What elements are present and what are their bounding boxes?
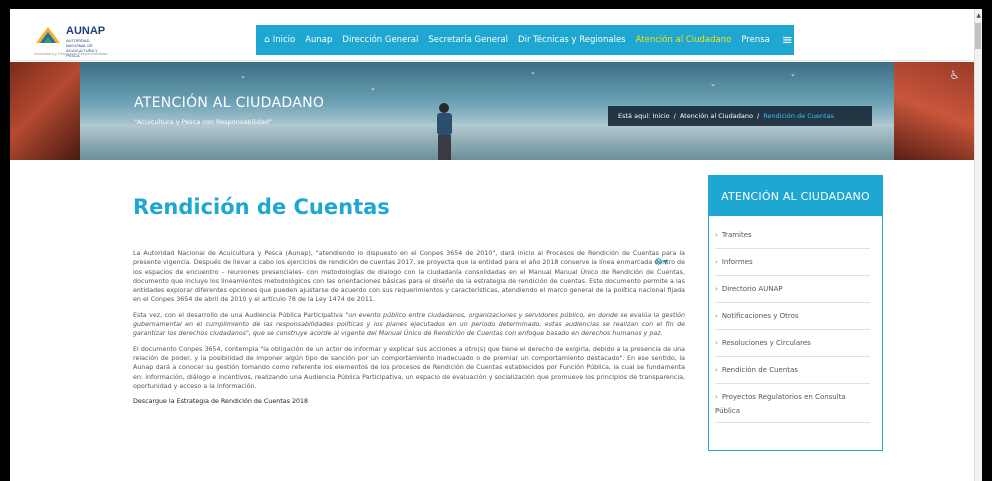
breadcrumb-separator: /	[757, 112, 760, 120]
scrollbar-thumb[interactable]	[975, 23, 981, 49]
logo-tagline: Acuicultura y Pesca con Responsabilidad	[34, 51, 108, 56]
nav-item-aunap[interactable]: Aunap	[305, 35, 332, 45]
sidebar-item-notificaciones[interactable]: › Notificaciones y Otros	[715, 303, 870, 330]
sidebar-item-label: Informes	[721, 258, 753, 266]
breadcrumb-item-atencion[interactable]: Atención al Ciudadano	[680, 112, 753, 120]
bird-icon: ⌄	[530, 68, 536, 76]
paragraph-conpes: El documento Conpes 3654, contempla "la …	[133, 345, 685, 390]
sidebar-item-label: Resoluciones y Circulares	[721, 339, 811, 347]
page-title: Rendición de Cuentas	[133, 195, 390, 219]
sidebar-item-proyectos[interactable]: › Proyectos Regulatorios en Consulta Públ…	[715, 384, 870, 423]
bird-icon: ⌄	[710, 80, 716, 88]
logo-title: AUNAP	[66, 25, 106, 37]
chevron-right-icon: ›	[715, 258, 718, 266]
banner-subtitle: "Acuicultura y Pesca con Responsabilidad…	[134, 118, 273, 126]
nav-item-label: Inicio	[272, 35, 296, 45]
download-strategy-link[interactable]: Descargue la Estrategia de Rendición de …	[133, 397, 685, 406]
scroll-up-icon[interactable]: ▲	[976, 12, 981, 19]
breadcrumb-separator: /	[673, 112, 676, 120]
hero-banner: ⌄ ⌄ ⌄ ⌄ ⌄ ATENCIÓN AL CIUDADANO "Acuicul…	[10, 62, 974, 160]
paragraph-audiencia: Esta vez, con el desarrollo de una Audie…	[133, 311, 685, 339]
breadcrumb-item-inicio[interactable]: Inicio	[652, 112, 669, 120]
paragraph-intro: La Autoridad Nacional de Acuicultura y P…	[133, 250, 685, 304]
banner-net-image-right	[894, 62, 974, 160]
sidebar-item-informes[interactable]: › Informes	[715, 249, 870, 276]
sidebar-item-directorio[interactable]: › Directorio AUNAP	[715, 276, 870, 303]
hamburger-menu-icon[interactable]: ≡	[782, 34, 793, 47]
chevron-right-icon: ›	[715, 393, 718, 401]
site-header: AUNAP AUTORIDAD NACIONAL DE ACUICULTURA …	[10, 9, 982, 61]
bird-icon: ⌄	[370, 84, 376, 92]
paragraph-text: Esta vez, con el desarrollo de una Audie…	[133, 311, 346, 319]
sidebar-item-label: Notificaciones y Otros	[721, 312, 799, 320]
sidebar-item-label: Directorio AUNAP	[721, 285, 783, 293]
aunap-logo[interactable]: AUNAP AUTORIDAD NACIONAL DE ACUICULTURA …	[34, 23, 112, 59]
bird-icon: ⌄	[240, 72, 246, 80]
nav-item-inicio[interactable]: ⌂ Inicio	[264, 35, 295, 45]
accessibility-icon[interactable]: ♿	[949, 68, 960, 82]
chevron-right-icon: ›	[715, 339, 718, 347]
sidebar-list: › Tramites › Informes › Directorio AUNAP › N…	[709, 216, 882, 423]
banner-title: ATENCIÓN AL CIUDADANO	[134, 95, 325, 111]
nav-item-atencion-ciudadano[interactable]: Atención al Ciudadano	[636, 35, 732, 45]
nav-item-dir-tecnicas[interactable]: Dir Técnicas y Regionales	[518, 35, 626, 45]
nav-item-direccion-general[interactable]: Dirección General	[342, 35, 418, 45]
fish-logo-icon	[36, 27, 60, 43]
sidebar-title: ATENCIÓN AL CIUDADANO	[709, 176, 882, 216]
scrollbar[interactable]: ▲	[974, 9, 982, 481]
nav-item-secretaria-general[interactable]: Secretaría General	[428, 35, 508, 45]
sidebar-item-rendicion[interactable]: › Rendición de Cuentas	[715, 357, 870, 384]
breadcrumb: Está aquí: Inicio / Atención al Ciudadan…	[608, 106, 872, 126]
sidebar-item-label: Tramites	[721, 231, 752, 239]
home-icon: ⌂	[264, 35, 270, 45]
banner-sea	[10, 124, 974, 160]
chevron-right-icon: ›	[715, 231, 718, 239]
chevron-right-icon: ›	[715, 366, 718, 374]
chevron-right-icon: ›	[715, 285, 718, 293]
main-nav: ⌂ Inicio Aunap Dirección General Secretar…	[256, 25, 794, 55]
sidebar-item-tramites[interactable]: › Tramites	[715, 222, 870, 249]
fisherman-figure	[437, 103, 452, 160]
bird-icon: ⌄	[790, 70, 796, 78]
sidebar-item-label: Proyectos Regulatorios en Consulta Públi…	[715, 393, 846, 415]
banner-net-image-left	[10, 62, 80, 160]
sidebar-atencion: ATENCIÓN AL CIUDADANO › Tramites › Informe…	[708, 175, 883, 451]
sidebar-item-label: Rendición de Cuentas	[721, 366, 798, 374]
nav-item-prensa[interactable]: Prensa	[741, 35, 770, 45]
browser-page: AUNAP AUTORIDAD NACIONAL DE ACUICULTURA …	[10, 9, 982, 481]
sidebar-item-resoluciones[interactable]: › Resoluciones y Circulares	[715, 330, 870, 357]
chevron-right-icon: ›	[715, 312, 718, 320]
breadcrumb-item-current: Rendición de Cuentas	[763, 112, 834, 120]
article-body: La Autoridad Nacional de Acuicultura y P…	[133, 249, 685, 412]
breadcrumb-prefix: Está aquí:	[618, 112, 651, 120]
